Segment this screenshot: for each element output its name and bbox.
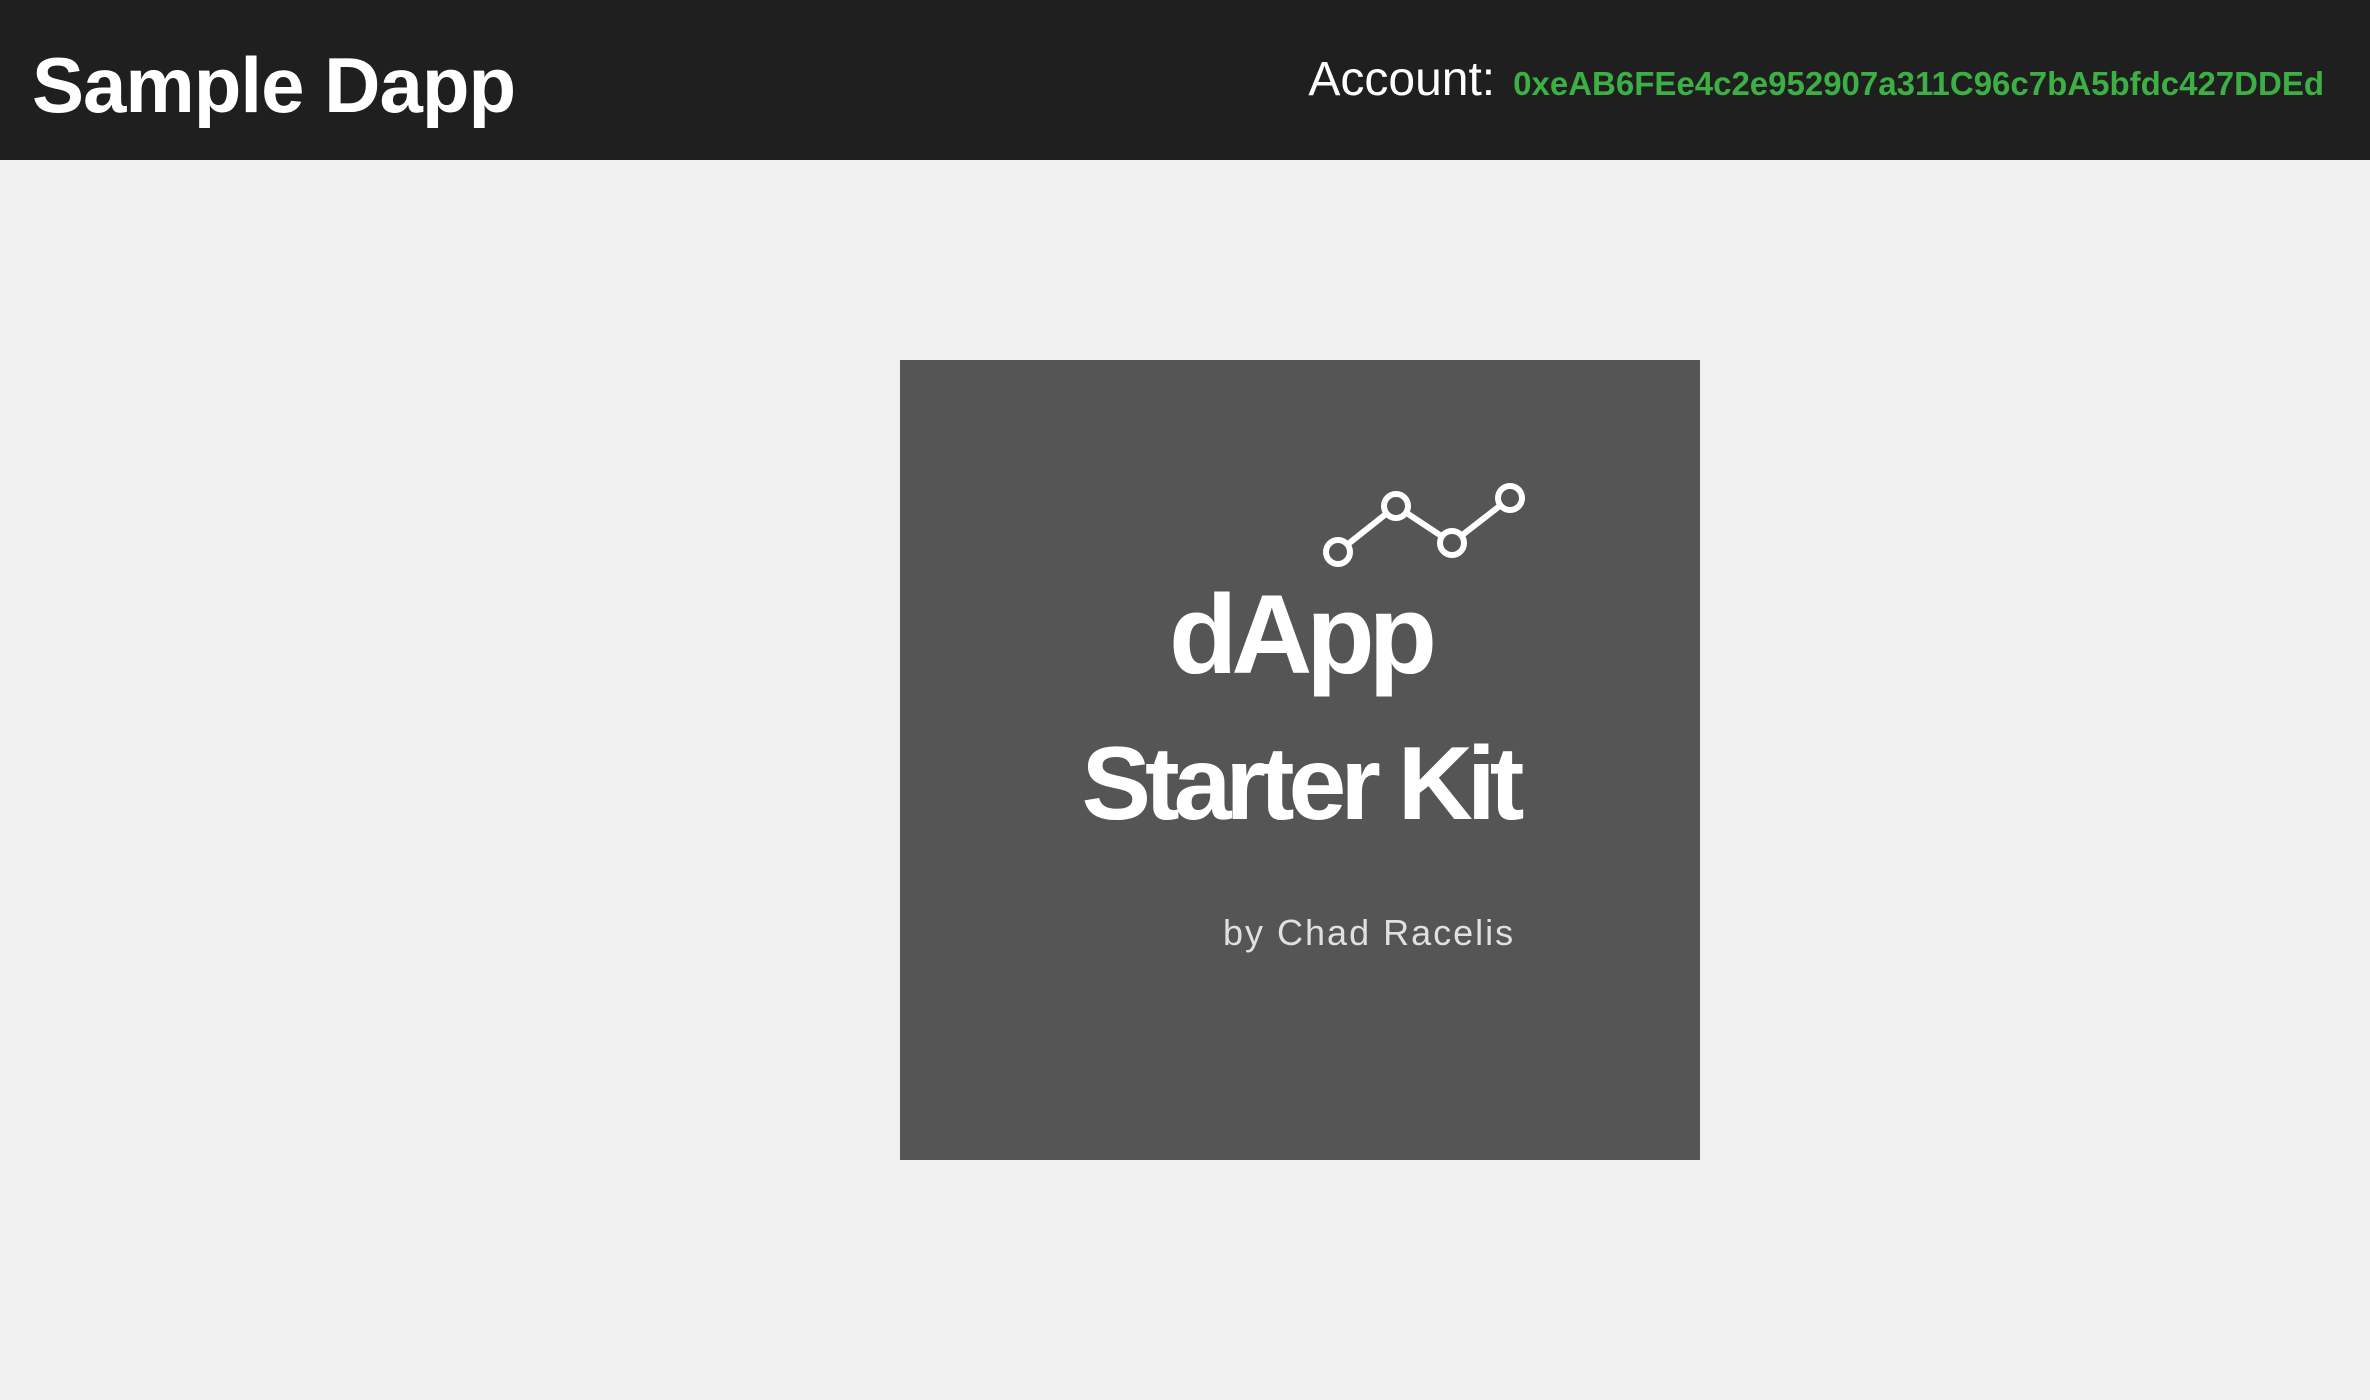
top-bar: Sample Dapp Account: 0xeAB6FEe4c2e952907… — [0, 0, 2370, 160]
logo-title-line1: dApp — [1168, 572, 1437, 697]
account-label: Account: — [1308, 53, 1496, 106]
app-title: Sample Dapp — [32, 41, 516, 129]
logo-title-line2: Starter Kit — [1081, 726, 1525, 842]
account-info: Account: 0xeAB6FEe4c2e952907a311C96c7bA5… — [1308, 52, 2324, 107]
logo-byline: by Chad Racelis — [1223, 912, 1516, 953]
dapp-logo: dApp Starter Kit by Chad Racelis — [900, 360, 1700, 1160]
main-content: dApp Starter Kit by Chad Racelis — [0, 160, 2370, 1400]
account-address: 0xeAB6FEe4c2e952907a311C96c7bA5bfdc427DD… — [1513, 65, 2324, 102]
